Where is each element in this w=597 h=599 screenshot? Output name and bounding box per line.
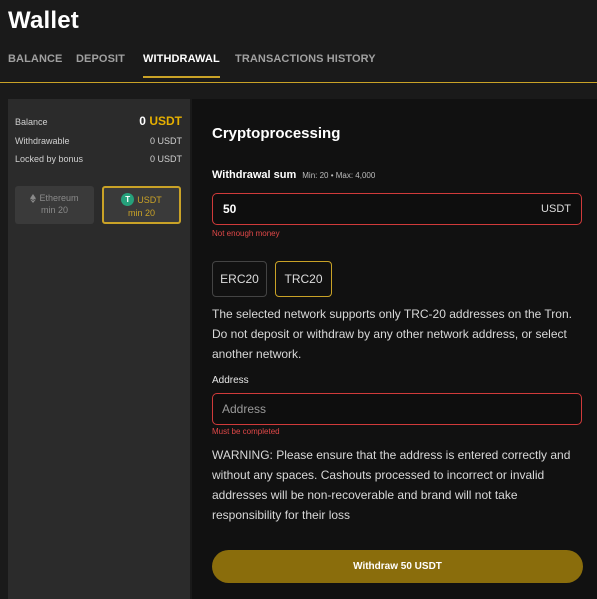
section-heading: Cryptoprocessing bbox=[212, 125, 341, 142]
balance-sidebar: Balance 0 USDT Withdrawable 0 USDT Locke… bbox=[8, 99, 190, 599]
balance-currency: USDT bbox=[149, 114, 182, 128]
withdrawal-sum-currency: USDT bbox=[541, 203, 571, 215]
address-label: Address bbox=[212, 375, 249, 386]
coin-ethereum-title: Ethereum bbox=[15, 193, 94, 203]
wallet-tabs: BALANCE DEPOSIT WITHDRAWAL TRANSACTIONS … bbox=[0, 52, 597, 83]
coin-usdt-title: T USDT bbox=[104, 193, 179, 206]
tab-deposit[interactable]: DEPOSIT bbox=[76, 53, 125, 65]
locked-value: 0 USDT bbox=[149, 154, 182, 164]
coin-ethereum-name: Ethereum bbox=[39, 193, 79, 203]
withdrawal-panel: Cryptoprocessing Withdrawal sum Min: 20 •… bbox=[192, 99, 597, 599]
tab-transactions-history[interactable]: TRANSACTIONS HISTORY bbox=[235, 53, 376, 65]
tab-balance[interactable]: BALANCE bbox=[8, 53, 62, 65]
withdrawable-value: 0 USDT bbox=[149, 136, 182, 146]
balance-row: Balance 0 USDT bbox=[15, 114, 182, 128]
withdrawable-label: Withdrawable bbox=[15, 136, 70, 146]
withdrawal-sum-title: Withdrawal sum bbox=[212, 169, 297, 181]
withdrawal-sum-input[interactable]: 50 USDT bbox=[212, 193, 582, 225]
withdrawal-sum-value: 50 bbox=[223, 202, 237, 216]
withdrawal-sum-error: Not enough money bbox=[212, 229, 280, 238]
locked-label: Locked by bonus bbox=[15, 154, 84, 164]
network-erc20-button[interactable]: ERC20 bbox=[212, 261, 267, 297]
coin-usdt[interactable]: T USDT min 20 bbox=[102, 186, 181, 224]
address-error: Must be completed bbox=[212, 427, 280, 436]
warning-text: WARNING: Please ensure that the address … bbox=[212, 448, 571, 522]
tether-icon: T bbox=[121, 193, 135, 206]
coin-ethereum-min: min 20 bbox=[40, 205, 68, 215]
locked-row: Locked by bonus 0 USDT bbox=[15, 154, 182, 164]
coin-ethereum[interactable]: Ethereum min 20 bbox=[15, 186, 94, 224]
network-trc20-button[interactable]: TRC20 bbox=[275, 261, 332, 297]
address-input[interactable]: Address bbox=[212, 393, 582, 425]
withdrawable-row: Withdrawable 0 USDT bbox=[15, 136, 182, 146]
withdraw-button[interactable]: Withdraw 50 USDT bbox=[212, 550, 583, 583]
page-title: Wallet bbox=[8, 7, 79, 34]
balance-amount: 0 bbox=[139, 114, 146, 128]
balance-label: Balance bbox=[15, 117, 48, 127]
network-note: The selected network supports only TRC-2… bbox=[212, 307, 572, 361]
ethereum-icon bbox=[30, 193, 37, 203]
tab-withdrawal[interactable]: WITHDRAWAL bbox=[143, 53, 220, 78]
address-placeholder: Address bbox=[222, 402, 267, 416]
coin-usdt-min: min 20 bbox=[127, 208, 155, 218]
balance-value: 0 USDT bbox=[139, 114, 182, 128]
coin-usdt-name: USDT bbox=[137, 194, 162, 205]
withdrawal-sum-limits: Min: 20 • Max: 4,000 bbox=[302, 171, 376, 180]
withdrawal-sum-label: Withdrawal sum Min: 20 • Max: 4,000 bbox=[212, 169, 375, 181]
